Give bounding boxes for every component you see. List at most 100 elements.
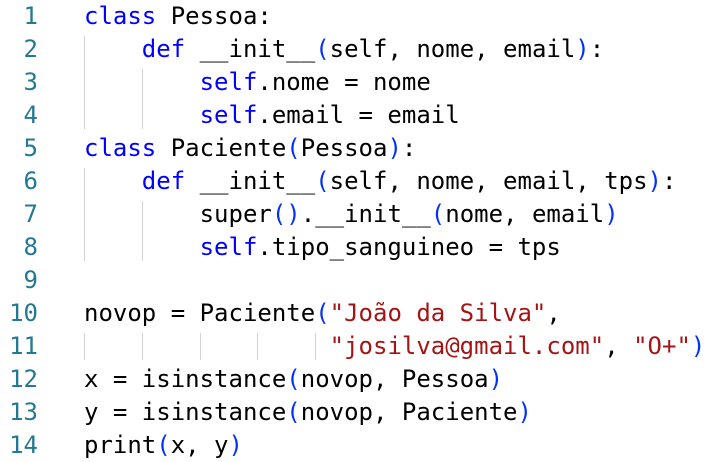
- code-token: (): [271, 200, 301, 228]
- code-token: ): [604, 200, 619, 228]
- code-token: :: [589, 35, 605, 63]
- code-line[interactable]: 1 class Pessoa:: [0, 0, 713, 33]
- code-line[interactable]: 8 self.tipo_sanguineo = tps: [0, 231, 713, 264]
- code-token: y = isinstance: [84, 398, 287, 426]
- code-token: ,: [604, 332, 634, 360]
- code-text: y = isinstance(novop, Paciente): [84, 396, 532, 429]
- code-token: super: [84, 200, 272, 228]
- code-token: (: [286, 365, 301, 393]
- code-token: ): [647, 167, 662, 195]
- indent-guide: [84, 36, 85, 129]
- code-token: ,: [546, 299, 561, 327]
- line-number: 1: [23, 2, 38, 30]
- line-number: 10: [9, 299, 38, 327]
- code-line[interactable]: 6 def __init__(self, nome, email, tps):: [0, 165, 713, 198]
- indent-guide: [84, 333, 85, 360]
- code-token: :: [401, 134, 417, 162]
- code-token: novop, Paciente: [300, 398, 518, 426]
- code-token: self: [199, 233, 258, 261]
- code-token: (: [286, 398, 301, 426]
- code-token: .tipo_sanguineo = tps: [257, 233, 561, 261]
- code-text: self.email = email: [84, 99, 460, 132]
- indent-guide: [141, 69, 143, 129]
- line-number: 13: [9, 398, 38, 426]
- code-token: ): [575, 35, 590, 63]
- code-line[interactable]: 14 print(x, y): [0, 429, 713, 462]
- code-token: "João da Silva": [329, 299, 547, 327]
- code-text: novop = Paciente("João da Silva",: [84, 297, 561, 330]
- line-number: 4: [23, 101, 38, 129]
- line-number: 7: [23, 200, 38, 228]
- code-token: (: [315, 167, 330, 195]
- line-number: 14: [9, 431, 38, 459]
- code-token: self: [199, 101, 258, 129]
- indent-guide: [84, 168, 85, 261]
- indent-guide: [141, 333, 143, 360]
- code-token: self, nome, email: [329, 35, 576, 63]
- code-token: def: [141, 167, 186, 195]
- code-text: class Paciente(Pessoa):: [84, 132, 416, 165]
- code-text: "josilva@gmail.com", "O+"): [84, 330, 706, 363]
- indent-guide: [257, 333, 259, 360]
- code-line[interactable]: 7 super().__init__(nome, email): [0, 198, 713, 231]
- code-token: novop, Pessoa: [300, 365, 489, 393]
- code-token: (: [286, 134, 301, 162]
- code-token: ): [690, 332, 706, 360]
- code-line[interactable]: 11 "josilva@gmail.com", "O+"): [0, 330, 713, 363]
- code-text: super().__init__(nome, email): [84, 198, 619, 231]
- code-token: ): [387, 134, 402, 162]
- code-token: __init__: [185, 35, 316, 63]
- indent-guide: [199, 333, 201, 360]
- code-line[interactable]: 13 y = isinstance(novop, Paciente): [0, 396, 713, 429]
- code-token: x, y: [170, 431, 229, 459]
- code-token: Paciente: [156, 134, 287, 162]
- code-token: def: [141, 35, 186, 63]
- code-token: x = isinstance: [84, 365, 287, 393]
- code-text: x = isinstance(novop, Pessoa): [84, 363, 503, 396]
- code-line[interactable]: 9: [0, 264, 713, 297]
- code-line[interactable]: 10 novop = Paciente("João da Silva",: [0, 297, 713, 330]
- indent-guide: [141, 201, 143, 261]
- code-token: ): [228, 431, 243, 459]
- code-text: def __init__(self, nome, email, tps):: [84, 165, 677, 198]
- code-token: Pessoa:: [156, 2, 272, 30]
- code-token: self: [199, 68, 258, 96]
- code-token: (: [315, 35, 330, 63]
- code-line[interactable]: 5 class Paciente(Pessoa):: [0, 132, 713, 165]
- indent-guide: [315, 333, 317, 360]
- code-text: self.tipo_sanguineo = tps: [84, 231, 561, 264]
- line-number: 11: [9, 332, 38, 360]
- code-token: .nome = nome: [257, 68, 431, 96]
- code-token: class: [84, 2, 157, 30]
- code-line[interactable]: 12 x = isinstance(novop, Pessoa): [0, 363, 713, 396]
- line-number: 8: [23, 233, 38, 261]
- line-number: 9: [23, 266, 38, 294]
- code-token: :: [662, 167, 677, 195]
- line-number: 12: [9, 365, 38, 393]
- code-editor[interactable]: 1 class Pessoa: 2 def __init__(self, nome,…: [0, 0, 713, 459]
- line-number: 6: [23, 167, 38, 195]
- line-number: 2: [23, 35, 38, 63]
- code-text: self.nome = nome: [84, 66, 431, 99]
- code-token: print: [84, 431, 157, 459]
- code-token: class: [84, 134, 157, 162]
- code-token: ): [488, 365, 504, 393]
- code-text: def __init__(self, nome, email):: [84, 33, 604, 66]
- code-text: print(x, y): [84, 429, 243, 462]
- code-token: __init__: [185, 167, 316, 195]
- code-token: self, nome, email, tps: [329, 167, 648, 195]
- code-token: "josilva@gmail.com": [329, 332, 605, 360]
- code-line[interactable]: 2 def __init__(self, nome, email):: [0, 33, 713, 66]
- code-token: .__init__: [300, 200, 431, 228]
- code-token: novop = Paciente: [84, 299, 316, 327]
- code-token: (: [156, 431, 171, 459]
- code-token: (: [315, 299, 330, 327]
- code-line[interactable]: 3 self.nome = nome: [0, 66, 713, 99]
- code-line[interactable]: 4 self.email = email: [0, 99, 713, 132]
- line-number: 3: [23, 68, 38, 96]
- code-text: class Pessoa:: [84, 0, 272, 33]
- code-token: "O+": [633, 332, 691, 360]
